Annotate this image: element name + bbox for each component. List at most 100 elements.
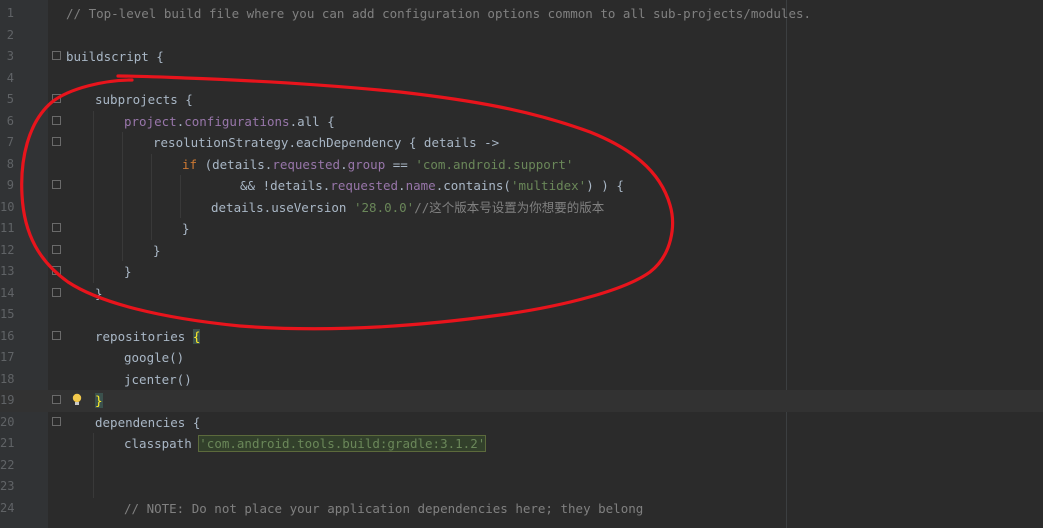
code-text: classpath 'com.android.tools.build:gradl…: [124, 433, 487, 455]
code-token: }: [124, 264, 132, 279]
code-text: && !details.requested.name.contains('mul…: [240, 175, 624, 197]
code-token: if: [182, 156, 198, 172]
code-line[interactable]: 4: [0, 68, 1043, 90]
code-text: }: [95, 283, 103, 305]
code-token: .contains(: [435, 178, 511, 193]
indent-guide: [93, 433, 94, 498]
code-token: name: [405, 178, 436, 193]
code-line[interactable]: 9 && !details.requested.name.contains('mu…: [0, 175, 1043, 197]
code-token: && !details.: [240, 178, 331, 193]
code-token: // Top-level build file where you can ad…: [66, 6, 812, 21]
code-text: resolutionStrategy.eachDependency { deta…: [153, 132, 499, 154]
code-token: project: [124, 113, 177, 129]
fold-marker-icon[interactable]: [52, 51, 61, 60]
indent-guide: [93, 110, 94, 283]
code-line[interactable]: 2: [0, 25, 1043, 47]
code-line[interactable]: 1 // Top-level build file where you can a…: [0, 3, 1043, 25]
line-number: 18: [0, 371, 15, 386]
indent-guide: [180, 175, 181, 218]
code-token: .all {: [289, 113, 335, 129]
code-text: details.useVersion '28.0.0'//这个版本号设置为你想要…: [211, 197, 604, 219]
code-token: ) ) {: [586, 178, 624, 193]
code-text: // Top-level build file where you can ad…: [66, 3, 811, 25]
code-token: requested: [272, 156, 341, 172]
line-number: 9: [6, 178, 14, 192]
line-number: 11: [0, 221, 15, 235]
code-token: }: [95, 393, 103, 408]
code-token: {: [192, 328, 201, 344]
code-line[interactable]: 14}: [0, 283, 1043, 305]
code-text: subprojects {: [95, 89, 193, 111]
line-number: 8: [6, 156, 14, 171]
code-line[interactable]: 23: [0, 476, 1043, 498]
fold-marker-icon[interactable]: [52, 115, 61, 125]
code-text: repositories {: [95, 326, 201, 348]
code-line[interactable]: 15: [0, 304, 1043, 326]
fold-marker-icon[interactable]: [52, 416, 61, 426]
line-number: 1: [6, 6, 14, 20]
line-number: 4: [6, 70, 14, 85]
code-token: 'com.android.support': [415, 156, 574, 172]
code-token: group: [347, 156, 386, 172]
code-line[interactable]: 24 // NOTE: Do not place your application…: [0, 498, 1043, 520]
code-token: configurations: [184, 113, 290, 129]
code-token: (details.: [197, 156, 273, 172]
code-editor[interactable]: 1 // Top-level build file where you can a…: [0, 0, 1043, 528]
code-token: ==: [385, 156, 416, 172]
code-line[interactable]: 12}: [0, 240, 1043, 262]
code-token: }: [153, 242, 161, 258]
fold-marker-icon[interactable]: [52, 94, 61, 103]
fold-marker-icon[interactable]: [52, 223, 61, 232]
code-line[interactable]: 21 classpath 'com.android.tools.build:gra…: [0, 433, 1043, 455]
code-text: buildscript {: [66, 46, 164, 68]
code-line[interactable]: 19}: [0, 390, 1043, 412]
indent-guide: [151, 153, 152, 240]
code-line[interactable]: 3 buildscript {: [0, 46, 1043, 68]
code-line[interactable]: 13}: [0, 261, 1043, 283]
code-token: requested: [330, 178, 399, 193]
code-text: }: [182, 218, 190, 240]
line-number: 13: [0, 264, 15, 278]
fold-marker-icon[interactable]: [52, 330, 61, 340]
code-line[interactable]: 8 if (details.requested.group == 'com.and…: [0, 154, 1043, 176]
code-token: { details ->: [401, 135, 500, 150]
code-token: // NOTE: Do not place your application d…: [124, 500, 644, 516]
fold-marker-icon[interactable]: [52, 180, 61, 189]
code-line[interactable]: 7 resolutionStrategy.eachDependency { det…: [0, 132, 1043, 154]
code-token: google(): [124, 350, 185, 365]
code-token: 'multidex': [510, 178, 587, 193]
fold-marker-icon[interactable]: [52, 137, 61, 146]
fold-marker-icon[interactable]: [52, 244, 61, 254]
line-number: 7: [6, 135, 14, 149]
code-line[interactable]: 18 jcenter(): [0, 369, 1043, 391]
code-line[interactable]: 22: [0, 455, 1043, 477]
line-number: 14: [0, 285, 15, 300]
code-line[interactable]: 17 google(): [0, 347, 1043, 369]
line-number: 19: [0, 393, 15, 407]
code-text: }: [95, 390, 103, 412]
code-token: 'com.android.tools.build:gradle:3.1.2': [198, 435, 487, 452]
lightbulb-icon[interactable]: [72, 393, 82, 407]
code-token: repositories: [95, 328, 193, 344]
code-text: dependencies {: [95, 412, 200, 434]
code-token: //这个版本号设置为你想要的版本: [414, 199, 605, 215]
code-token: subprojects {: [95, 92, 193, 107]
line-number: 5: [6, 92, 14, 106]
code-token: }: [182, 221, 190, 236]
code-token: eachDependency: [296, 135, 402, 150]
line-number: 20: [0, 414, 15, 429]
code-text: }: [153, 240, 161, 262]
code-line[interactable]: 16 repositories {: [0, 326, 1043, 348]
code-line[interactable]: 6 project.configurations.all {: [0, 111, 1043, 133]
code-line[interactable]: 20 dependencies {: [0, 412, 1043, 434]
code-line[interactable]: 10 details.useVersion '28.0.0'//这个版本号设置为你…: [0, 197, 1043, 219]
fold-marker-icon[interactable]: [52, 266, 61, 275]
code-line[interactable]: 11}: [0, 218, 1043, 240]
fold-marker-icon[interactable]: [52, 287, 61, 297]
fold-marker-icon[interactable]: [52, 395, 61, 404]
line-number: 21: [0, 436, 15, 450]
code-line[interactable]: 5 subprojects {: [0, 89, 1043, 111]
line-number: 23: [0, 479, 15, 493]
code-token: classpath: [124, 436, 200, 451]
code-token: }: [95, 285, 103, 301]
